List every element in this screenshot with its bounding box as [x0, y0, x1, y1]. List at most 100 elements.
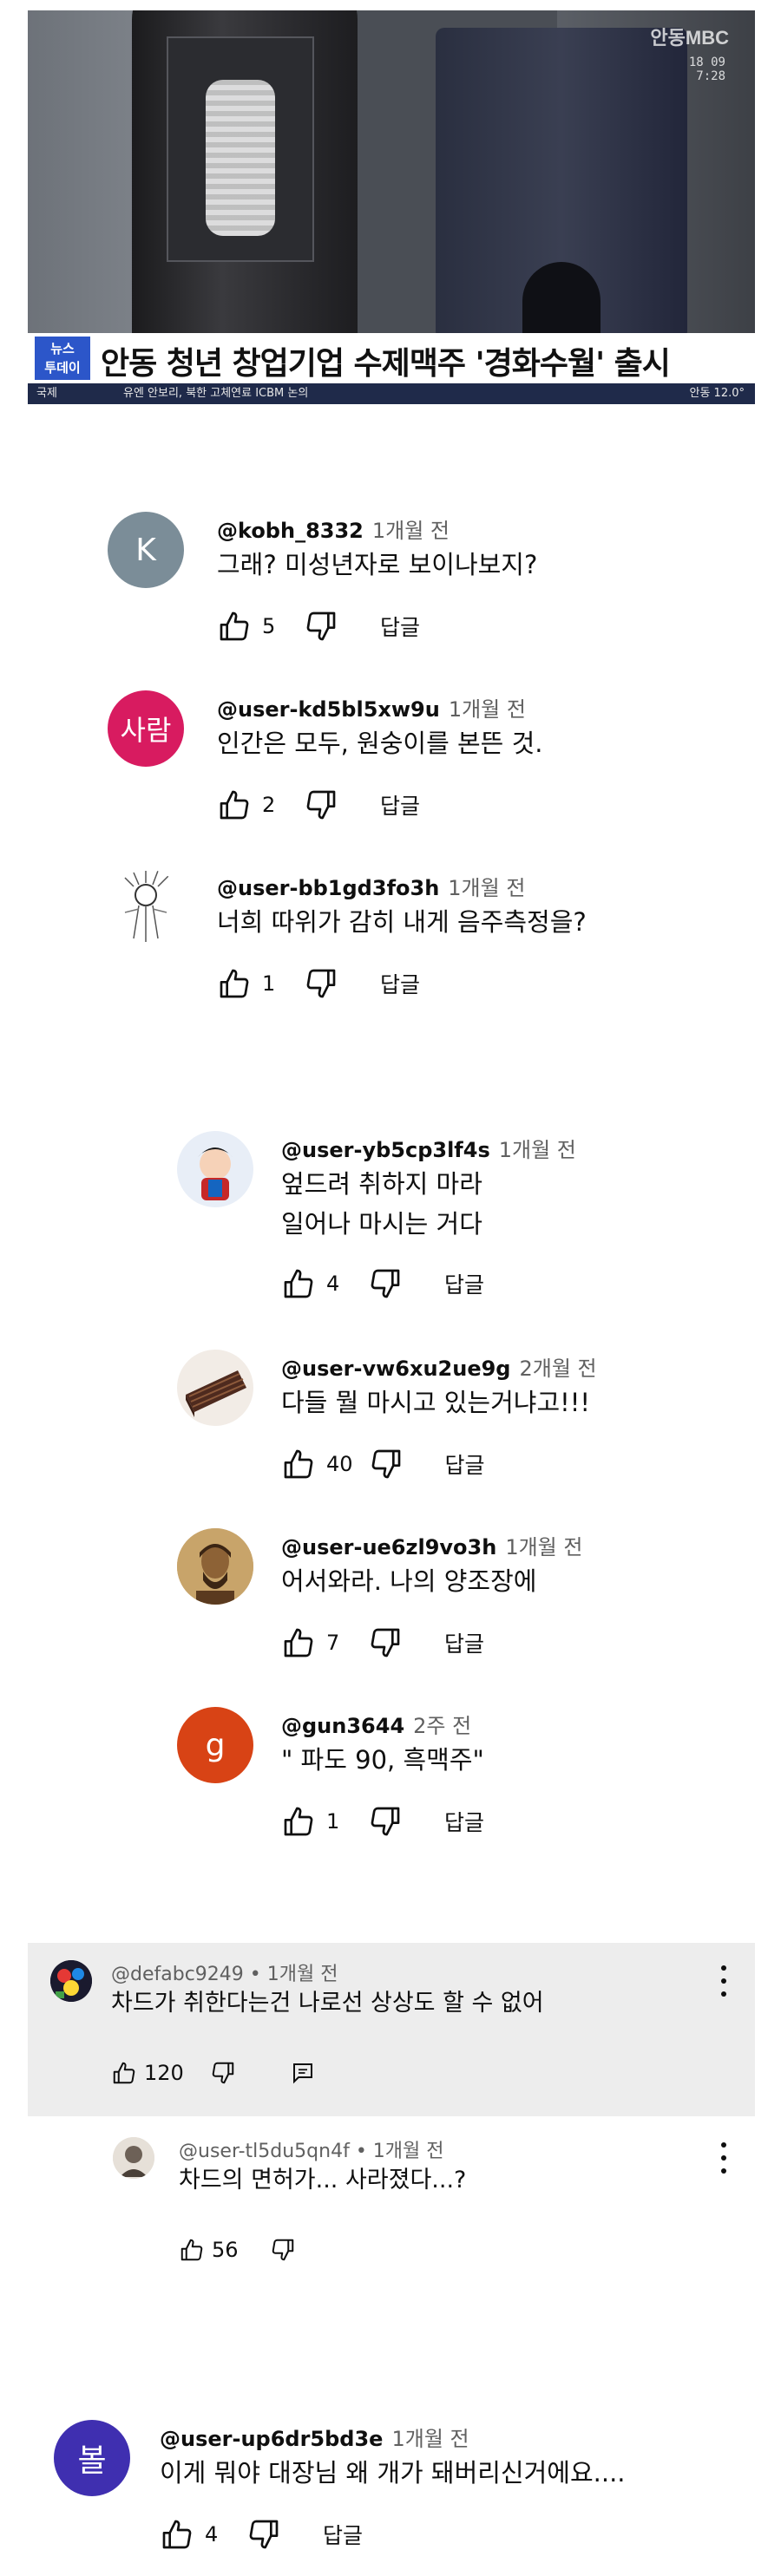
- like-count: 4: [326, 1272, 340, 1296]
- avatar[interactable]: [177, 1350, 253, 1426]
- thumbs-up-icon[interactable]: [179, 2237, 205, 2263]
- reply-button[interactable]: 답글: [380, 611, 420, 642]
- comment-actions: 1 답글: [217, 964, 420, 1003]
- reply-button[interactable]: 답글: [380, 968, 420, 999]
- thumbs-up-icon[interactable]: [281, 1266, 316, 1301]
- comment-author[interactable]: @user-ue6zl9vo3h: [281, 1535, 496, 1559]
- sketch-avatar-image: [124, 870, 169, 942]
- ticker-weather: 안동 12.0°: [689, 387, 745, 400]
- avatar[interactable]: g: [177, 1707, 253, 1783]
- thumbs-up-icon[interactable]: [217, 788, 252, 822]
- comment-time[interactable]: 1개월 전: [499, 1138, 576, 1162]
- comment-meta: @kobh_8332 1개월 전: [217, 513, 450, 544]
- comment-time[interactable]: 1개월 전: [448, 876, 525, 900]
- comment-meta: @user-tl5du5qn4f • 1개월 전: [179, 2135, 444, 2163]
- avatar[interactable]: [177, 1131, 253, 1207]
- reply-button[interactable]: 답글: [380, 789, 420, 821]
- comment-author[interactable]: @user-tl5du5qn4f: [179, 2141, 350, 2162]
- reply-item: g @gun3644 2주 전 " 파도 90, 흑맥주" 1 답글: [177, 1707, 750, 1863]
- comment-time[interactable]: 1개월 전: [373, 2141, 444, 2162]
- comment-author[interactable]: @kobh_8332: [217, 519, 364, 543]
- reply-button[interactable]: 답글: [323, 2519, 363, 2550]
- avatar[interactable]: [50, 1960, 92, 2002]
- comment-author[interactable]: @defabc9249: [111, 1964, 244, 1985]
- news-ticker: 국제 유엔 안보리, 북한 고체연료 ICBM 논의 안동 12.0°: [28, 383, 755, 404]
- like-count: 2: [262, 793, 276, 817]
- portrait-avatar-image: [177, 1528, 253, 1605]
- sketch-avatar-image: [113, 2137, 154, 2179]
- reply-button[interactable]: 답글: [445, 1448, 485, 1480]
- reply-button[interactable]: 답글: [444, 1806, 484, 1837]
- avatar[interactable]: [108, 869, 184, 945]
- comment-actions: 120: [111, 2054, 316, 2092]
- avatar-letter: 사람: [120, 714, 172, 747]
- thumbs-up-icon[interactable]: [281, 1804, 316, 1839]
- thumbs-down-icon[interactable]: [210, 2060, 236, 2086]
- thumbs-up-icon[interactable]: [217, 966, 252, 1001]
- avatar[interactable]: [113, 2137, 154, 2179]
- reply-button[interactable]: 답글: [444, 1627, 484, 1658]
- ticker-text: 유엔 안보리, 북한 고체연료 ICBM 논의: [123, 387, 309, 400]
- cake-avatar-image: [186, 1370, 246, 1417]
- avatar-letter: 볼: [77, 2443, 107, 2479]
- thumbs-down-icon[interactable]: [304, 609, 338, 644]
- comment-actions: 1 답글: [281, 1802, 484, 1840]
- comment-meta: @user-bb1gd3fo3h 1개월 전: [217, 871, 525, 901]
- comment-author[interactable]: @gun3644: [281, 1714, 404, 1738]
- reply-comment-icon[interactable]: [290, 2060, 316, 2086]
- thumbs-down-icon[interactable]: [304, 788, 338, 822]
- avatar-letter: K: [135, 532, 156, 568]
- avatar[interactable]: 볼: [54, 2420, 130, 2496]
- box-cutout: [522, 262, 601, 340]
- news-caption-bar: 뉴스 투데이 안동 청년 창업기업 수제맥주 '경화수월' 출시: [28, 333, 755, 383]
- comment-time[interactable]: 1개월 전: [505, 1535, 582, 1559]
- comment-time[interactable]: 2주 전: [413, 1714, 471, 1738]
- comment-time[interactable]: 1개월 전: [449, 697, 526, 722]
- comment-time[interactable]: 1개월 전: [372, 519, 450, 543]
- comment-author[interactable]: @user-yb5cp3lf4s: [281, 1138, 490, 1162]
- like-count: 4: [205, 2522, 219, 2547]
- comment-actions: 5 답글: [217, 607, 420, 645]
- like-count: 1: [262, 971, 276, 996]
- thumbs-up-icon[interactable]: [160, 2517, 194, 2552]
- highlighted-comment: @defabc9249 • 1개월 전 차드가 취한다는건 나로선 상상도 할 …: [28, 1943, 755, 2116]
- thumbs-up-icon[interactable]: [217, 609, 252, 644]
- comment-actions: 4 답글: [281, 1265, 484, 1303]
- thumbs-down-icon[interactable]: [369, 1447, 404, 1481]
- comment-author[interactable]: @user-up6dr5bd3e: [160, 2427, 383, 2451]
- comment-author[interactable]: @user-bb1gd3fo3h: [217, 876, 439, 900]
- comment-meta: @user-ue6zl9vo3h 1개월 전: [281, 1530, 582, 1560]
- comment-time[interactable]: 1개월 전: [267, 1964, 338, 1985]
- colorful-avatar-image: [50, 1960, 92, 2002]
- reply-button[interactable]: 답글: [444, 1268, 484, 1299]
- more-options-icon[interactable]: [713, 2142, 734, 2174]
- comment-item: K @kobh_8332 1개월 전 그래? 미성년자로 보이나보지? 5 답글: [108, 512, 715, 659]
- thumbs-up-icon[interactable]: [281, 1625, 316, 1660]
- avatar-letter: g: [205, 1727, 226, 1763]
- like-count: 7: [326, 1631, 340, 1655]
- avatar[interactable]: [177, 1528, 253, 1605]
- thumbs-down-icon[interactable]: [304, 966, 338, 1001]
- video-thumbnail[interactable]: 안동MBC 18 09 7:28 뉴스 투데이 안동 청년 창업기업 수제맥주 …: [28, 10, 755, 404]
- thumbs-up-icon[interactable]: [111, 2060, 137, 2086]
- thumbs-down-icon[interactable]: [270, 2237, 296, 2263]
- thumbs-down-icon[interactable]: [246, 2517, 281, 2552]
- avatar[interactable]: 사람: [108, 690, 184, 767]
- comment-author[interactable]: @user-vw6xu2ue9g: [281, 1357, 510, 1381]
- thumbs-down-icon[interactable]: [368, 1804, 403, 1839]
- comment-time[interactable]: 1개월 전: [391, 2427, 469, 2451]
- thumbs-down-icon[interactable]: [368, 1625, 403, 1660]
- more-options-icon[interactable]: [713, 1965, 734, 1997]
- avatar[interactable]: K: [108, 512, 184, 588]
- thumbs-down-icon[interactable]: [368, 1266, 403, 1301]
- blurred-label-area: [206, 80, 275, 236]
- thumbs-up-icon[interactable]: [281, 1447, 316, 1481]
- comment-actions: 40 답글: [281, 1445, 485, 1483]
- comment-text: 어서와라. 나의 양조장에: [281, 1566, 537, 1596]
- comment-meta: @gun3644 2주 전: [281, 1709, 471, 1739]
- comment-actions: 7 답글: [281, 1624, 484, 1662]
- comment-time[interactable]: 2개월 전: [519, 1357, 596, 1381]
- ticker-category: 국제: [36, 387, 57, 400]
- comment-meta: @user-yb5cp3lf4s 1개월 전: [281, 1133, 576, 1163]
- comment-author[interactable]: @user-kd5bl5xw9u: [217, 697, 440, 722]
